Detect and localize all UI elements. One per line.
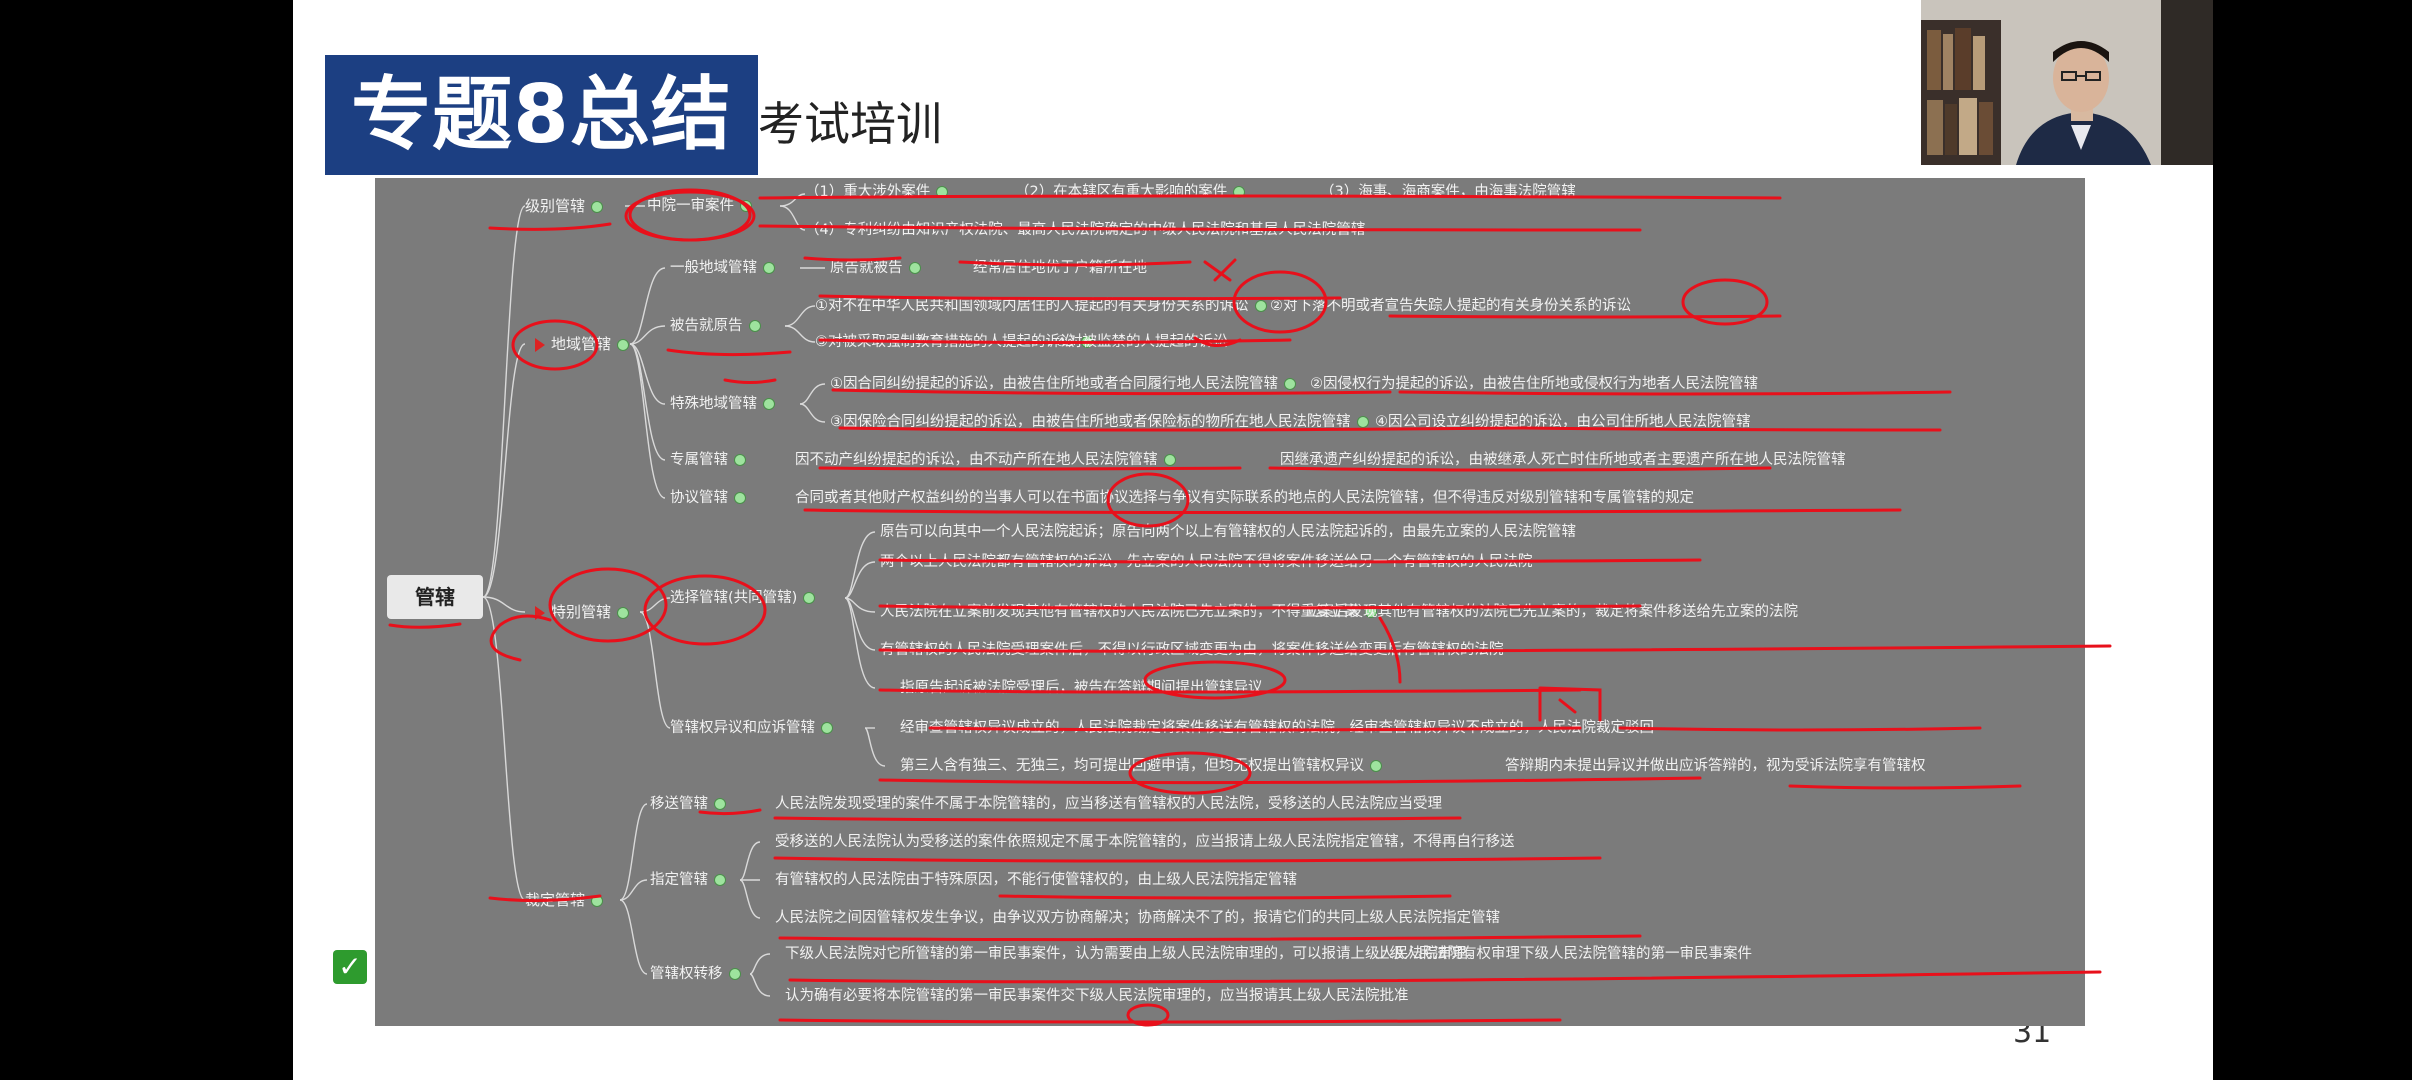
node-selective-item-3: 人民法院在立案前发现其他有管辖权的人民法院已先立案的，不得重复立案 (880, 602, 1377, 622)
node-objection: 管辖权异议和应诉管辖 (670, 718, 833, 738)
node-designated-item-1: 受移送的人民法院认为受移送的案件依照规定不属于本院管辖的，应当报请上级人民法院指… (775, 834, 1515, 850)
node-special-item-4: ④因公司设立纠纷提起的诉讼，由公司住所地人民法院管辖 (1375, 414, 1751, 430)
node-ruling: 裁定管辖 (525, 890, 604, 910)
node-exclusive-item-1: 因不动产纠纷提起的诉讼，由不动产所在地人民法院管辖 (795, 450, 1176, 470)
node-level-jurisdiction: 级别管辖 (525, 196, 604, 216)
node-territorial: 地域管辖 (535, 334, 630, 354)
node-shift-item-3: 认为确有必要将本院管辖的第一审民事案件交下级人民法院审理的，应当报请其上级人民法… (785, 988, 1409, 1004)
node-objection-item-1: 经审查管辖权异议成立的，人民法院裁定将案件移送有管辖权的法院，经审查管辖权异议不… (900, 720, 1654, 736)
node-selective-item-2: 两个以上人民法院都有管辖权的诉讼，先立案的人民法院不得将案件移送给另一个有管辖权… (880, 554, 1533, 570)
checkmark-icon: ✓ (333, 950, 367, 984)
node-shift-item-2: 上级人民法院有权审理下级人民法院管辖的第一审民事案件 (1375, 946, 1752, 962)
node-special-item-2: ②因侵权行为提起的诉讼，由被告住所地或侵权行为地者人民法院管辖 (1310, 376, 1758, 392)
node-designated-item-2: 有管辖权的人民法院由于特殊原因，不能行使管辖权的，由上级人民法院指定管辖 (775, 872, 1297, 888)
node-defendant-plaintiff: 被告就原告 (670, 316, 761, 336)
node-dp-item-4: ④对被监禁的人提起的诉讼 (1055, 334, 1228, 350)
node-designated: 指定管辖 (650, 870, 726, 890)
node-objection-item-2: 第三人含有独三、无独三，均可提出回避申请，但均无权提出管辖权异议 (900, 756, 1382, 776)
mindmap-nodes: 级别管辖 中院一审案件 （1）重大涉外案件 （2）在本辖区有重大影响的案件 （3… (375, 178, 2085, 1026)
node-general-territorial: 一般地域管辖 (670, 258, 775, 278)
node-selective: 选择管辖(共同管辖) (670, 588, 816, 608)
node-agreement: 协议管辖 (670, 488, 746, 508)
node-agreement-text: 合同或者其他财产权益纠纷的当事人可以在书面协议选择与争议有实际联系的地点的人民法… (795, 490, 1694, 506)
node-objection-item-3: 答辩期内未提出异议并做出应诉答辩的，视为受诉法院享有管辖权 (1505, 758, 1926, 774)
node-special-jurisdiction: 特别管辖 (535, 602, 630, 622)
node-transfer-text: 人民法院发现受理的案件不属于本院管辖的，应当移送有管辖权的人民法院，受移送的人民… (775, 796, 1442, 812)
node-selective-item-5: 有管辖权的人民法院受理案件后，不得以行政区域变更为由，将案件移送给变更后有管辖权… (880, 642, 1504, 658)
flag-icon (535, 605, 545, 620)
node-designated-item-3: 人民法院之间因管辖权发生争议，由争议双方协商解决；协商解决不了的，报请它们的共同… (775, 910, 1500, 926)
node-transfer: 移送管辖 (650, 794, 726, 814)
node-level-item-3: （3）海事、海商案件，由海事法院管辖 (1320, 184, 1576, 200)
node-selective-item-1: 原告可以向其中一个人民法院起诉；原告向两个以上有管辖权的人民法院起诉的，由最先立… (880, 524, 1576, 540)
node-dp-item-2: ②对下落不明或者宣告失踪人提起的有关身份关系的诉讼 (1270, 298, 1631, 314)
node-special-territorial: 特殊地域管辖 (670, 394, 775, 414)
slide-subtitle: 考试培训 (758, 97, 942, 151)
node-general-item-2: 经常居住地优于户籍所在地 (973, 260, 1147, 276)
slide-title: 专题8总结 (325, 55, 758, 175)
node-special-item-1: ①因合同纠纷提起的诉讼，由被告住所地或者合同履行地人民法院管辖 (830, 374, 1296, 394)
node-shift: 管辖权转移 (650, 964, 741, 984)
node-selective-item-4: 立案后发现其他有管辖权的法院已先立案的，裁定将案件移送给先立案的法院 (1305, 604, 1798, 620)
node-general-item-1: 原告就被告 (830, 258, 921, 278)
flag-icon (535, 337, 545, 352)
node-level-item-2: （2）在本辖区有重大影响的案件 (1015, 182, 1246, 202)
node-special-item-3: ③因保险合同纠纷提起的诉讼，由被告住所地或者保险标的物所在地人民法院管辖 (830, 412, 1369, 432)
node-exclusive-item-2: 因继承遗产纠纷提起的诉讼，由被继承人死亡时住所地或者主要遗产所在地人民法院管辖 (1280, 452, 1846, 468)
node-middle-court: 中院一审案件 (647, 196, 752, 216)
presenter-webcam (1921, 0, 2213, 165)
node-level-item-4: （4）专利纠纷由知识产权法院、最高人民法院确定的中级人民法院和基层人民法院管辖 (805, 222, 1366, 238)
node-dp-item-1: ①对不在中华人民共和国领域内居住的人提起的有关身份关系的诉讼 (815, 296, 1267, 316)
node-selective-item-6: 指原告起诉被法院受理后，被告在答辩期间提出管辖异议 (900, 680, 1263, 696)
node-exclusive: 专属管辖 (670, 450, 746, 470)
node-dp-item-3: ③对被采取强制教育措施的人提起的诉讼 (815, 332, 1093, 352)
node-level-item-1: （1）重大涉外案件 (805, 182, 949, 202)
